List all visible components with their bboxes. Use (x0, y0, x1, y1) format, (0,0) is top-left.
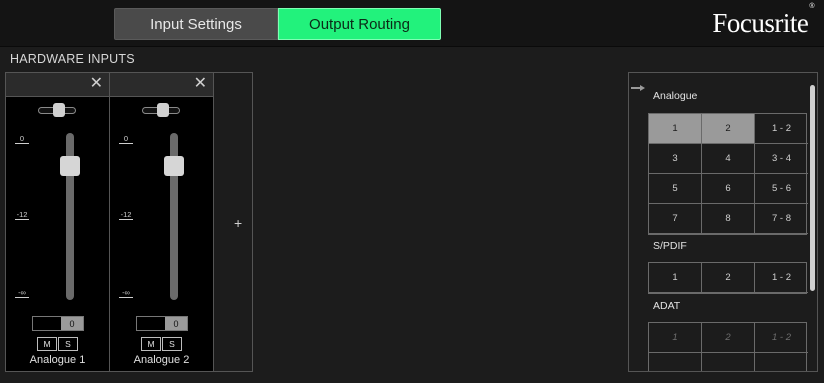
strip-header: ✕ (6, 73, 109, 97)
scale-mark-0: 0 (119, 135, 133, 144)
adat-output-grid: 1 2 1 - 2 (648, 322, 808, 371)
scale-mark-0: 0 (15, 135, 29, 144)
gain-value: 0 (165, 317, 187, 330)
gain-fader-knob[interactable] (164, 156, 184, 176)
output-cell[interactable] (755, 353, 808, 371)
solo-button[interactable]: S (58, 337, 78, 351)
tab-output-routing[interactable]: Output Routing (278, 8, 441, 40)
output-cell[interactable]: 2 (702, 263, 755, 293)
logo-text: Focusrite (712, 8, 809, 38)
scale-mark-minus-infinity: -∞ (15, 289, 29, 298)
output-cell[interactable]: 7 - 8 (755, 204, 808, 234)
scale-mark-minus12: -12 (15, 210, 29, 220)
output-cell[interactable]: 7 (649, 204, 702, 234)
output-cell[interactable]: 3 (649, 144, 702, 174)
output-cell[interactable]: 1 - 2 (755, 263, 808, 293)
output-cell[interactable]: 5 (649, 174, 702, 204)
add-channel-area[interactable]: + (214, 73, 252, 371)
gain-value-display[interactable]: 0 (136, 316, 188, 331)
spdif-output-grid: 1 2 1 - 2 (648, 262, 808, 294)
add-channel-icon[interactable]: + (234, 215, 242, 231)
output-cell[interactable]: 1 (649, 323, 702, 353)
group-label-adat: ADAT (653, 300, 681, 312)
output-cell[interactable]: 6 (702, 174, 755, 204)
top-bar: Input Settings Output Routing Focusrite® (0, 0, 824, 47)
channel-strip: ✕ 0 -12 -∞ 0 M S Analogue 1 (6, 73, 110, 371)
output-cell[interactable]: 1 - 2 (755, 114, 808, 144)
mute-button[interactable]: M (37, 337, 57, 351)
output-cell[interactable]: 8 (702, 204, 755, 234)
output-cell[interactable]: 3 - 4 (755, 144, 808, 174)
gain-fader-knob[interactable] (60, 156, 80, 176)
registered-mark: ® (809, 3, 814, 10)
focusrite-logo: Focusrite® (712, 3, 814, 39)
output-cell[interactable] (702, 353, 755, 371)
pan-slider[interactable] (38, 103, 76, 117)
output-cell[interactable]: 1 (649, 114, 702, 144)
strip-name: Analogue 2 (133, 354, 190, 366)
channel-strip: ✕ 0 -12 -∞ 0 M S Analogue 2 (110, 73, 214, 371)
scale-mark-minus-infinity: -∞ (119, 289, 133, 298)
output-cell[interactable]: 2 (702, 323, 755, 353)
gain-value: 0 (61, 317, 83, 330)
solo-button[interactable]: S (162, 337, 182, 351)
mute-button[interactable]: M (141, 337, 161, 351)
scale-mark-minus12: -12 (119, 210, 133, 220)
hardware-inputs-title: HARDWARE INPUTS (10, 52, 135, 66)
output-cell[interactable]: 2 (702, 114, 755, 144)
tab-input-settings[interactable]: Input Settings (114, 8, 278, 40)
pan-knob[interactable] (53, 103, 65, 117)
output-cell[interactable]: 1 (649, 263, 702, 293)
output-cell[interactable]: 4 (702, 144, 755, 174)
group-label-analogue: Analogue (653, 90, 698, 102)
output-cell[interactable] (649, 353, 702, 371)
pan-slider[interactable] (142, 103, 180, 117)
routing-panel: Analogue 1 2 1 - 2 3 4 3 - 4 5 6 5 - 6 7… (628, 72, 818, 372)
gain-value-display[interactable]: 0 (32, 316, 84, 331)
arrow-right-icon (631, 85, 645, 91)
output-cell[interactable]: 5 - 6 (755, 174, 808, 204)
pan-knob[interactable] (157, 103, 169, 117)
close-icon[interactable]: ✕ (194, 76, 207, 92)
hardware-inputs-panel: ✕ 0 -12 -∞ 0 M S Analogue 1 ✕ 0 -12 -∞ 0 (5, 72, 253, 372)
close-icon[interactable]: ✕ (90, 76, 103, 92)
analogue-output-grid: 1 2 1 - 2 3 4 3 - 4 5 6 5 - 6 7 8 7 - 8 (648, 113, 808, 235)
strip-name: Analogue 1 (29, 354, 86, 366)
output-cell[interactable]: 1 - 2 (755, 323, 808, 353)
group-label-spdif: S/PDIF (653, 240, 687, 252)
scrollbar[interactable] (810, 85, 815, 291)
strip-header: ✕ (110, 73, 213, 97)
